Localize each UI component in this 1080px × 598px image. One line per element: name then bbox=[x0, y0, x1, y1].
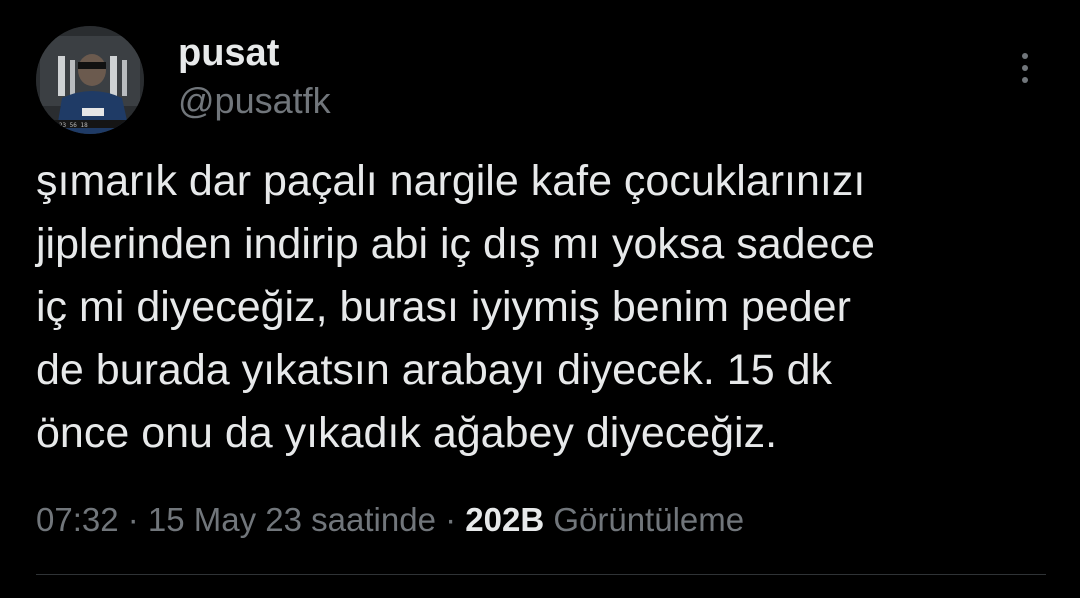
svg-text:23 23 56 18: 23 23 56 18 bbox=[48, 122, 88, 129]
tweet-meta: 07:32 · 15 May 23 saatinde · 202B Görünt… bbox=[36, 498, 744, 542]
more-options-button[interactable] bbox=[1008, 46, 1042, 90]
user-handle[interactable]: @pusatfk bbox=[178, 78, 331, 124]
avatar-image: 23 23 56 18 bbox=[36, 26, 144, 134]
meta-separator: · bbox=[118, 501, 148, 538]
avatar[interactable]: 23 23 56 18 bbox=[36, 26, 144, 134]
tweet-text: şımarık dar paçalı nargile kafe çocuklar… bbox=[36, 157, 875, 457]
divider bbox=[36, 574, 1046, 575]
dot bbox=[1022, 53, 1028, 59]
more-vertical-icon bbox=[1022, 53, 1028, 83]
tweet-date[interactable]: 15 May 23 saatinde bbox=[148, 501, 436, 538]
meta-separator: · bbox=[435, 501, 466, 538]
author-info: pusat @pusatfk bbox=[178, 30, 331, 124]
tweet-time[interactable]: 07:32 bbox=[36, 501, 119, 538]
dot bbox=[1022, 65, 1028, 71]
views-count[interactable]: 202B bbox=[465, 501, 544, 538]
display-name[interactable]: pusat bbox=[178, 30, 331, 76]
tweet: 23 23 56 18 pusat @pusatfk şımarık dar p… bbox=[0, 0, 1080, 598]
views-label: Görüntüleme bbox=[544, 501, 745, 538]
dot bbox=[1022, 77, 1028, 83]
